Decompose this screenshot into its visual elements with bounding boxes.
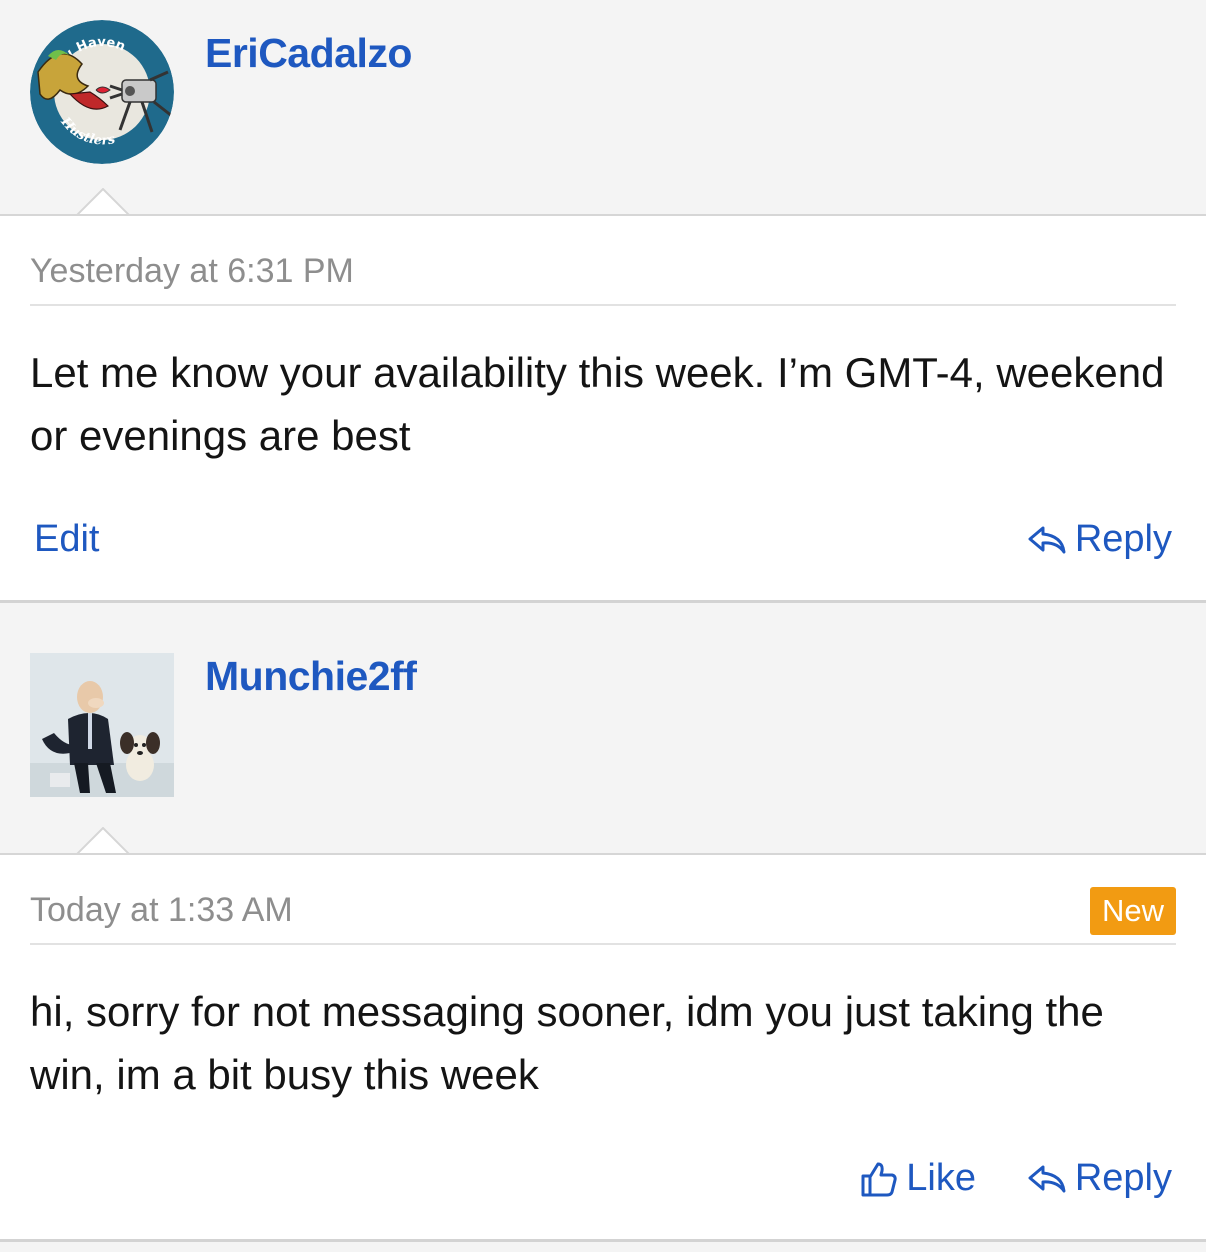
post-2: Munchie2ff Today at 1:33 AM New hi, sorr…	[0, 623, 1206, 1242]
thumbs-up-icon	[861, 1162, 897, 1196]
like-button[interactable]: Like	[860, 1157, 976, 1200]
reply-icon	[1028, 526, 1066, 553]
post-header: New Haven Hustlers EriCadalzo	[0, 0, 1206, 216]
reply-icon	[1028, 1165, 1066, 1192]
message-text: Let me know your availability this week.…	[30, 349, 1165, 459]
post-separator	[0, 603, 1206, 623]
like-label: Like	[906, 1157, 976, 1199]
meta-row: Today at 1:33 AM New	[30, 855, 1176, 945]
post-actions: Like Reply	[34, 1106, 1172, 1226]
post-1: New Haven Hustlers EriCadalzo	[0, 0, 1206, 603]
new-badge: New	[1089, 887, 1176, 935]
timestamp: Yesterday at 6:31 PM	[30, 252, 354, 290]
message-text: hi, sorry for not messaging sooner, idm …	[30, 988, 1104, 1098]
user-avatar[interactable]	[30, 653, 174, 797]
reply-label: Reply	[1074, 1157, 1172, 1199]
post-body: Yesterday at 6:31 PM Let me know your av…	[0, 214, 1206, 603]
post-actions: Edit Reply	[34, 467, 1172, 587]
user-avatar[interactable]: New Haven Hustlers	[30, 20, 174, 164]
reply-button[interactable]: Reply	[1027, 518, 1172, 561]
post-header: Munchie2ff	[0, 623, 1206, 855]
username[interactable]: EriCadalzo	[205, 30, 412, 77]
username[interactable]: Munchie2ff	[205, 653, 417, 700]
meta-row: Yesterday at 6:31 PM	[30, 216, 1176, 306]
edit-button[interactable]: Edit	[34, 518, 99, 561]
timestamp: Today at 1:33 AM	[30, 891, 293, 929]
reply-label: Reply	[1074, 518, 1172, 560]
edit-label: Edit	[34, 518, 100, 560]
post-body: Today at 1:33 AM New hi, sorry for not m…	[0, 853, 1206, 1242]
reply-button[interactable]: Reply	[1027, 1157, 1172, 1200]
caret-pointer	[76, 827, 130, 855]
caret-pointer	[76, 188, 130, 216]
